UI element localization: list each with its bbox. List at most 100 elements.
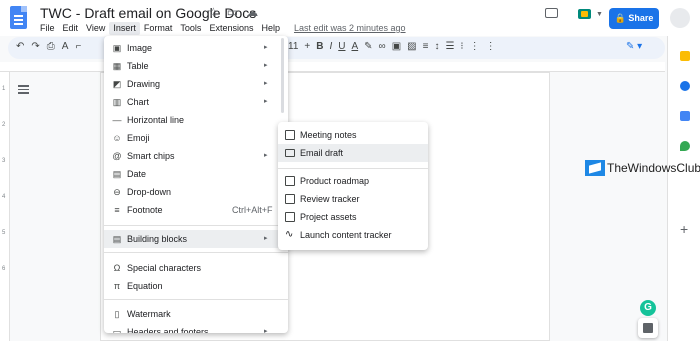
link-icon[interactable]: ∞ — [379, 41, 386, 52]
menu-divider — [104, 225, 288, 226]
drawing-icon: ◩ — [112, 79, 122, 89]
move-folder-icon[interactable]: ▭ — [227, 5, 238, 19]
menu-view[interactable]: View — [82, 22, 109, 35]
document-outline-icon[interactable] — [18, 85, 29, 95]
menu-item-building-blocks[interactable]: ▤ Building blocks ▸ — [104, 230, 288, 248]
share-button[interactable]: 🔒 Share — [609, 8, 659, 29]
submenu-item-review-tracker[interactable]: Review tracker — [278, 190, 428, 208]
omega-icon: Ω — [113, 263, 121, 273]
menu-item-special-characters[interactable]: Ω Special characters — [104, 259, 288, 277]
menu-item-emoji[interactable]: ☺ Emoji — [104, 129, 288, 147]
undo-icon[interactable]: ↶ — [16, 41, 24, 52]
side-panel: + — [667, 36, 700, 341]
image-insert-icon[interactable]: ▨ — [407, 41, 416, 52]
highlight-icon[interactable]: ✎ — [364, 41, 372, 52]
print-icon[interactable]: ⎙ — [47, 41, 55, 52]
vertical-ruler: 1 2 3 4 5 6 — [0, 72, 10, 341]
underline-button[interactable]: U — [338, 41, 345, 52]
dropdown-icon: ⊖ — [113, 187, 121, 197]
launch-icon: ∿ — [285, 229, 294, 240]
app-header: TWC - Draft email on Google Docs ☆ ▭ ☁ F… — [0, 0, 700, 36]
pi-icon: π — [113, 281, 121, 291]
menu-item-drawing[interactable]: ◩ Drawing ▸ — [104, 75, 288, 93]
avatar[interactable] — [670, 8, 690, 28]
menu-item-smart-chips[interactable]: @ Smart chips ▸ — [104, 147, 288, 165]
smart-chips-icon: @ — [112, 151, 122, 161]
more-icon[interactable]: ⋮ — [486, 41, 496, 52]
maps-icon[interactable] — [680, 141, 690, 151]
menu-item-equation[interactable]: π Equation — [104, 277, 288, 295]
chevron-right-icon: ▸ — [264, 328, 268, 333]
star-icon[interactable]: ☆ — [208, 5, 219, 19]
insert-menu: ▣ Image ▸ ▦ Table ▸ ◩ Drawing ▸ ▥ Chart ▸ — Horiz… — [104, 36, 288, 333]
font-size-field[interactable]: 11 — [288, 41, 298, 52]
menu-item-table[interactable]: ▦ Table ▸ — [104, 57, 288, 75]
menu-item-watermark[interactable]: ▯ Watermark — [104, 305, 288, 323]
editing-mode-icon[interactable]: ✎ ▾ — [626, 41, 642, 52]
menu-item-dropdown[interactable]: ⊖ Drop-down — [104, 183, 288, 201]
docs-logo-icon[interactable] — [10, 6, 27, 29]
menu-edit[interactable]: Edit — [59, 22, 83, 35]
bullet-list-icon[interactable]: ⁝ — [460, 41, 463, 52]
horizontal-line-icon: — — [112, 115, 122, 125]
watermark-icon: ▯ — [114, 309, 120, 319]
ruler-mark: 6 — [2, 266, 6, 272]
assets-icon — [285, 212, 295, 222]
menu-format[interactable]: Format — [140, 22, 177, 35]
site-watermark: TheWindowsClub — [585, 160, 700, 176]
italic-button[interactable]: I — [329, 41, 332, 52]
menu-scrollbar[interactable] — [281, 38, 284, 113]
numbered-list-icon[interactable]: ⋮ — [470, 41, 480, 52]
checklist-icon[interactable]: ☰ — [445, 41, 454, 52]
menu-item-footnote[interactable]: ≡ Footnote Ctrl+Alt+F — [104, 201, 288, 219]
ruler-mark: 2 — [2, 122, 6, 128]
meet-icon[interactable] — [578, 9, 591, 19]
submenu-item-project-assets[interactable]: Project assets — [278, 208, 428, 226]
emoji-icon: ☺ — [112, 133, 122, 143]
cloud-status-icon[interactable]: ☁ — [246, 5, 258, 19]
header-icon: ▭ — [112, 327, 122, 333]
ruler-mark: 4 — [2, 194, 6, 200]
tasks-icon[interactable] — [680, 81, 690, 91]
menu-file[interactable]: File — [36, 22, 59, 35]
table-icon: ▦ — [112, 61, 122, 71]
chevron-right-icon: ▸ — [264, 98, 268, 105]
menu-item-image[interactable]: ▣ Image ▸ — [104, 39, 288, 57]
note-icon — [285, 130, 295, 140]
share-label: Share — [628, 13, 654, 23]
bold-button[interactable]: B — [316, 41, 323, 52]
menu-item-chart[interactable]: ▥ Chart ▸ — [104, 93, 288, 111]
contacts-icon[interactable] — [680, 111, 690, 121]
last-edit-link[interactable]: Last edit was 2 minutes ago — [290, 22, 410, 35]
redo-icon[interactable]: ↷ — [31, 41, 39, 52]
grammarly-icon[interactable]: G — [640, 300, 656, 316]
menu-insert[interactable]: Insert — [109, 22, 140, 35]
menu-item-date[interactable]: ▤ Date — [104, 165, 288, 183]
font-size-increase-icon[interactable]: + — [304, 41, 310, 52]
align-icon[interactable]: ≡ — [423, 41, 429, 52]
chevron-down-icon[interactable]: ▼ — [596, 11, 603, 18]
menu-tools[interactable]: Tools — [176, 22, 205, 35]
ruler-mark: 5 — [2, 230, 6, 236]
spellcheck-icon[interactable]: A — [62, 41, 69, 52]
menu-extensions[interactable]: Extensions — [205, 22, 257, 35]
text-color-button[interactable]: A — [351, 41, 358, 52]
menu-item-horizontal-line[interactable]: — Horizontal line — [104, 111, 288, 129]
menu-divider — [104, 299, 288, 300]
submenu-item-product-roadmap[interactable]: Product roadmap — [278, 172, 428, 190]
submenu-item-email-draft[interactable]: Email draft — [278, 144, 428, 162]
explore-icon[interactable] — [638, 318, 658, 338]
comment-history-icon[interactable] — [545, 8, 558, 18]
comment-add-icon[interactable]: ▣ — [392, 41, 401, 52]
paint-format-icon[interactable]: ⌐ — [75, 41, 81, 52]
submenu-item-meeting-notes[interactable]: Meeting notes — [278, 126, 428, 144]
menu-item-headers-footers[interactable]: ▭ Headers and footers ▸ — [104, 323, 288, 333]
add-addon-icon[interactable]: + — [680, 222, 690, 236]
submenu-item-launch-content-tracker[interactable]: ∿ Launch content tracker — [278, 226, 428, 244]
menu-help[interactable]: Help — [257, 22, 284, 35]
date-icon: ▤ — [112, 169, 122, 179]
review-icon — [285, 194, 295, 204]
keep-icon[interactable] — [680, 51, 690, 61]
line-spacing-icon[interactable]: ↕ — [434, 41, 439, 52]
building-blocks-icon: ▤ — [112, 234, 122, 244]
